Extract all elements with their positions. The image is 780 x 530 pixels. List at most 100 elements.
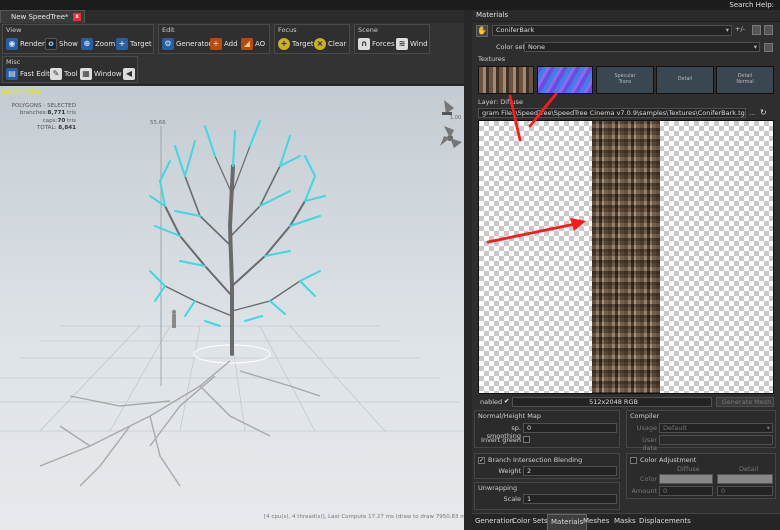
ao-label: AO: [255, 39, 266, 48]
stats-branches: branches:8,771 tris: [19, 110, 76, 117]
branch-blending-title: Branch Intersection Blending: [488, 456, 583, 464]
tab-meshes[interactable]: Meshes: [580, 514, 612, 530]
smoothing-input[interactable]: 0: [523, 423, 617, 433]
viewport-label: perspective: [1, 88, 43, 96]
color-adjustment-section: Color Adjustment Diffuse Detail Color Am…: [626, 453, 776, 499]
back-button[interactable]: ◀: [123, 66, 135, 81]
toolbar: View ◉ Render o Show ⊕ Zoom + Target Edit ⚙ G…: [0, 23, 468, 85]
amount-detail-input[interactable]: 0: [717, 486, 773, 496]
chevron-down-icon: ▾: [725, 26, 729, 34]
bottom-tab-bar: Generation Color Sets Materials Meshes M…: [472, 513, 780, 530]
usage-label: Usage: [636, 424, 657, 432]
focus-group: Focus + Target × Clear: [274, 24, 350, 54]
user-data-label: User data: [642, 436, 657, 452]
texture-slot-normal[interactable]: [537, 66, 593, 94]
misc-group: Misc ▤ Fast Edit ✎ Tool ▦ Window ◀: [2, 56, 138, 83]
view-group-title: View: [6, 26, 22, 34]
forces-button[interactable]: ∩ Forces: [358, 36, 395, 51]
scale-input[interactable]: 1: [523, 494, 617, 504]
polygon-stats: POLYGONS - SELECTED branches:8,771 tris …: [6, 103, 76, 133]
texture-slot-specular-trans[interactable]: Specular Trans: [596, 66, 654, 94]
weight-input[interactable]: 2: [523, 466, 617, 476]
hand-icon[interactable]: ✋: [476, 25, 488, 37]
target-icon: +: [278, 37, 290, 50]
texture-slot-diffuse[interactable]: [478, 66, 534, 94]
diffuse-color-swatch[interactable]: [659, 474, 713, 484]
user-data-input[interactable]: [659, 435, 773, 445]
detail-color-swatch[interactable]: [717, 474, 773, 484]
scale-figure: [171, 309, 177, 328]
view-target-button[interactable]: + Target: [116, 36, 152, 51]
3d-viewport[interactable]: 1.00: [0, 86, 464, 530]
stats-total: TOTAL: 8,841: [36, 125, 76, 132]
add-label: Add: [224, 39, 238, 48]
generators-button[interactable]: ⚙ Generators: [162, 36, 215, 51]
zoom-button[interactable]: ⊕ Zoom: [81, 36, 115, 51]
reload-icon[interactable]: ↻: [760, 108, 770, 118]
texture-slot-detail-normal[interactable]: Detail Normal: [716, 66, 774, 94]
fast-edit-label: Fast Edit: [20, 69, 50, 78]
color-set-value: None: [528, 43, 545, 51]
unwrapping-section: Unwrapping Scale 1: [474, 482, 620, 510]
document-tab[interactable]: New SpeedTree* x: [0, 10, 85, 23]
color-set-select[interactable]: None ▾: [524, 42, 760, 52]
scene-group: Scene ∩ Forces ≋ Wind: [354, 24, 430, 54]
selected-branch-tips: [149, 120, 326, 327]
tab-color-sets[interactable]: Color Sets: [509, 514, 551, 530]
ao-button[interactable]: ◢ AO: [241, 36, 265, 51]
zoom-icon: ⊕: [81, 37, 93, 50]
scale-label: Scale: [503, 495, 522, 503]
fan-gizmo[interactable]: [440, 126, 462, 148]
color-adjustment-checkbox[interactable]: [630, 457, 637, 464]
window-button[interactable]: ▦ Window: [80, 66, 122, 81]
add-button[interactable]: + Add: [210, 36, 238, 51]
enabled-check-icon[interactable]: ✔: [504, 397, 509, 405]
light-gizmo[interactable]: [442, 100, 454, 115]
file-path-field[interactable]: gram Files\SpeedTree\SpeedTree Cinema v7…: [478, 108, 746, 118]
show-label: Show: [59, 39, 78, 48]
compiler-section: Compiler Usage Default ▾ User data: [626, 410, 776, 452]
usage-select[interactable]: Default ▾: [659, 423, 773, 433]
ao-icon: ◢: [241, 37, 253, 50]
target-icon: +: [116, 37, 128, 50]
texture-preview: [478, 120, 774, 394]
chevron-down-icon: ▾: [753, 43, 757, 51]
detail-column-label: Detail: [739, 465, 759, 473]
color-set-label: Color set: [496, 43, 525, 51]
light-readout: 1.00: [450, 115, 461, 121]
invert-green-checkbox[interactable]: [523, 436, 530, 443]
compiler-title: Compiler: [630, 412, 660, 420]
tab-displacements[interactable]: Displacements: [636, 514, 694, 530]
clear-label: Clear: [328, 39, 347, 48]
focus-target-button[interactable]: + Target: [278, 36, 314, 51]
wind-button[interactable]: ≋ Wind: [396, 36, 428, 51]
material-select[interactable]: ConiferBark ▾: [492, 25, 732, 36]
magnet-icon: ∩: [358, 37, 370, 50]
amount-diffuse-input[interactable]: 0: [659, 486, 713, 496]
paste-icon[interactable]: [764, 25, 773, 35]
amount-label: Amount: [631, 487, 657, 495]
panel-splitter[interactable]: [464, 10, 472, 530]
search-help-label[interactable]: Search Help:: [729, 0, 774, 10]
add-remove-button[interactable]: +/-: [735, 25, 745, 33]
copy-icon[interactable]: [752, 25, 761, 35]
plus-icon: +: [210, 37, 222, 50]
show-button[interactable]: o Show: [45, 36, 78, 51]
render-button[interactable]: ◉ Render: [6, 36, 45, 51]
color-set-edit-icon[interactable]: [764, 43, 773, 52]
forces-label: Forces: [372, 39, 395, 48]
wind-label: Wind: [410, 39, 428, 48]
tab-masks[interactable]: Masks: [611, 514, 639, 530]
browse-button[interactable]: ...: [749, 109, 755, 117]
document-tab-title: New SpeedTree*: [11, 13, 69, 21]
tool-button[interactable]: ✎ Tool: [50, 66, 78, 81]
close-icon[interactable]: x: [73, 13, 81, 21]
generate-mesh-button[interactable]: Generate Mesh: [716, 397, 774, 407]
tree-shadow: [39, 360, 321, 487]
fast-edit-button[interactable]: ▤ Fast Edit: [6, 66, 50, 81]
texture-slot-detail[interactable]: Detail: [656, 66, 714, 94]
branch-blending-checkbox[interactable]: ✓: [478, 457, 485, 464]
clear-button[interactable]: × Clear: [314, 36, 346, 51]
misc-group-title: Misc: [6, 58, 21, 66]
height-readout: 55.66: [150, 120, 166, 126]
